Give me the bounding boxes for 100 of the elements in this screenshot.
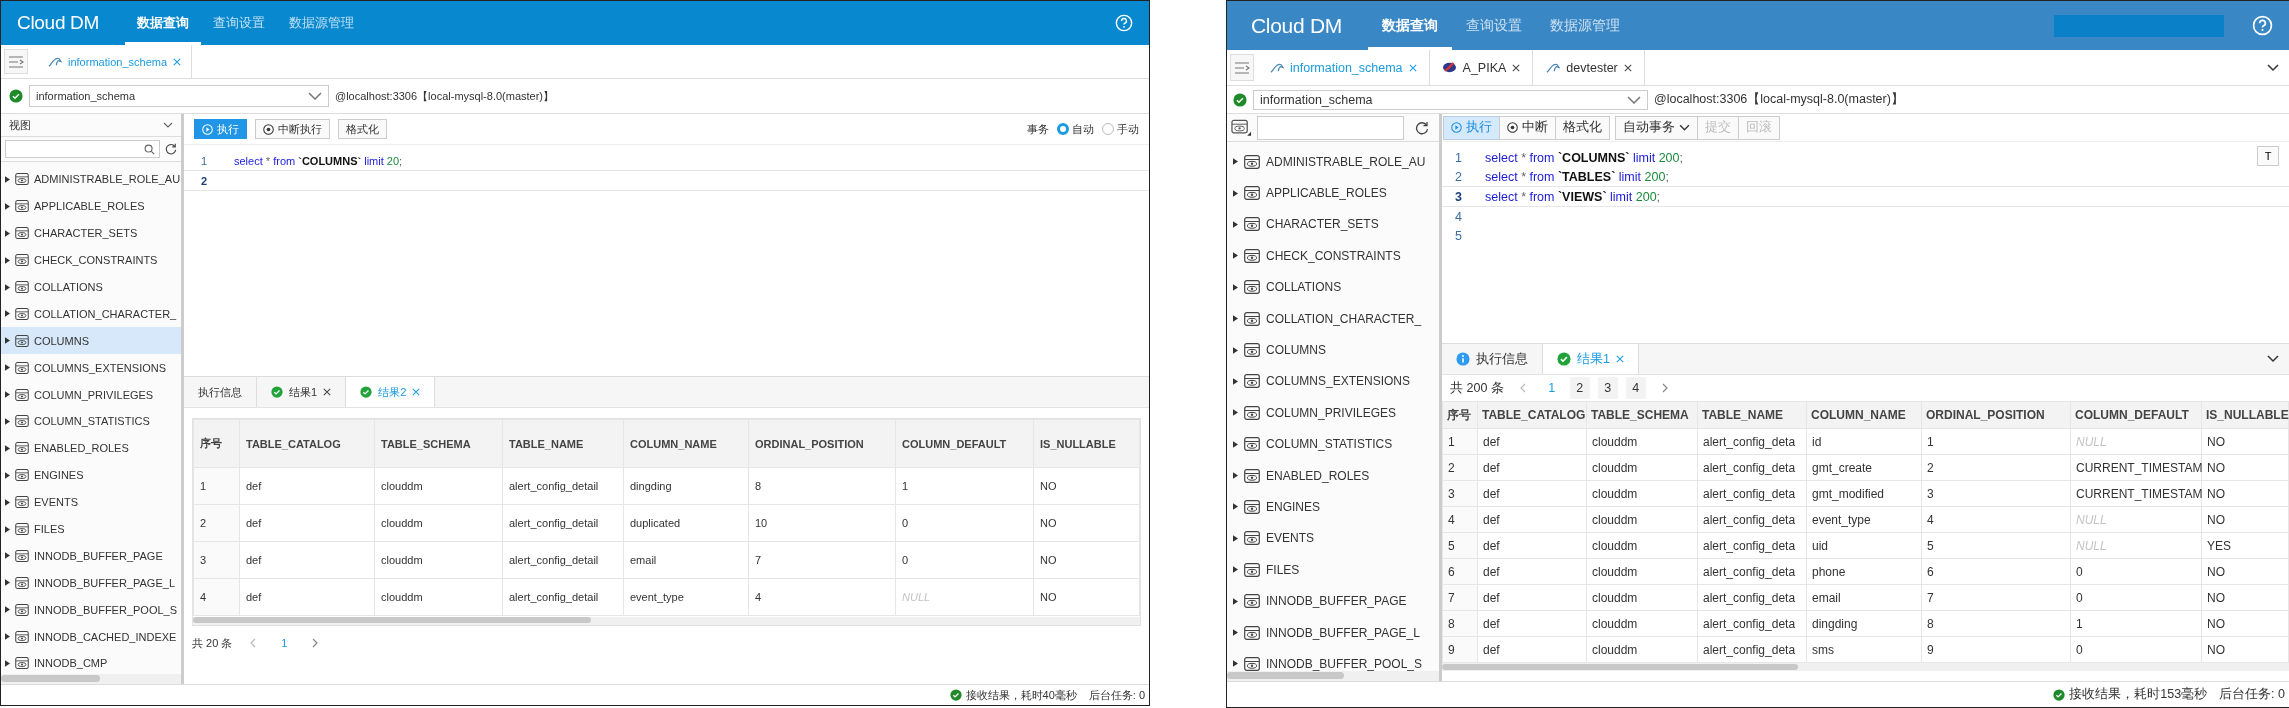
tree-item[interactable]: EVENTS <box>1227 522 1439 555</box>
expand-caret-icon[interactable] <box>1233 220 1238 228</box>
tree-item[interactable]: ENABLED_ROLES <box>1 434 181 462</box>
tree-item[interactable]: COLLATION_CHARACTER_ <box>1 300 181 328</box>
column-header[interactable]: IS_NULLABLE <box>2201 401 2289 429</box>
expand-caret-icon[interactable] <box>5 525 10 533</box>
column-header[interactable]: COLUMN_DEFAULT <box>895 419 1034 468</box>
column-header[interactable]: ORDINAL_POSITION <box>748 419 896 468</box>
scrollbar-thumb[interactable] <box>1442 664 1798 670</box>
tree-item[interactable]: COLUMN_PRIVILEGES <box>1 381 181 408</box>
expand-caret-icon[interactable] <box>5 444 10 452</box>
column-header[interactable]: ORDINAL_POSITION <box>1921 401 2071 429</box>
tree-item[interactable]: INNODB_BUFFER_PAGE <box>1 542 181 570</box>
transaction-radio[interactable]: 手动 <box>1102 121 1139 137</box>
column-header[interactable]: COLUMN_NAME <box>623 419 749 468</box>
toolbar-button[interactable]: 格式化 <box>338 119 387 139</box>
tree-item[interactable]: COLLATIONS <box>1 273 181 301</box>
tree-item[interactable]: INNODB_BUFFER_PAGE_L <box>1227 616 1439 649</box>
expand-caret-icon[interactable] <box>1233 472 1238 480</box>
view-type-icon[interactable] <box>1231 118 1252 137</box>
expand-caret-icon[interactable] <box>1233 189 1238 197</box>
tree-item[interactable]: CHARACTER_SETS <box>1 219 181 247</box>
search-field[interactable] <box>5 140 160 158</box>
tree-item[interactable]: COLUMNS <box>1227 334 1439 366</box>
help-icon[interactable] <box>2252 15 2273 36</box>
expand-caret-icon[interactable] <box>1233 534 1238 542</box>
expand-caret-icon[interactable] <box>5 579 10 587</box>
column-header[interactable]: COLUMN_DEFAULT <box>2070 401 2202 429</box>
refresh-icon[interactable] <box>165 143 177 155</box>
close-icon[interactable] <box>1623 63 1632 72</box>
page-button[interactable]: 2 <box>1569 377 1590 399</box>
page-button[interactable]: 3 <box>1597 377 1618 399</box>
tree-item[interactable]: INNODB_BUFFER_POOL_S <box>1 596 181 624</box>
editor-tab[interactable]: devtester <box>1533 50 1645 85</box>
sidebar-toggle-icon[interactable] <box>1234 61 1250 74</box>
tree-item[interactable]: INNODB_CACHED_INDEXE <box>1 623 181 651</box>
tree-item[interactable]: ADMINISTRABLE_ROLE_AU <box>1 166 181 193</box>
expand-caret-icon[interactable] <box>1233 252 1238 260</box>
database-select[interactable]: information_schema <box>29 85 329 107</box>
view-select[interactable]: 视图 <box>1 114 181 137</box>
tree-item[interactable]: COLUMNS_EXTENSIONS <box>1227 365 1439 398</box>
expand-caret-icon[interactable] <box>5 633 10 641</box>
expand-caret-icon[interactable] <box>5 659 10 667</box>
tree-item[interactable]: FILES <box>1 515 181 543</box>
chevron-down-icon[interactable] <box>308 92 322 100</box>
refresh-icon[interactable] <box>1415 120 1429 135</box>
expand-caret-icon[interactable] <box>5 606 10 614</box>
scrollbar-thumb[interactable] <box>1 675 100 682</box>
result-tab[interactable]: 执行信息 <box>184 377 257 407</box>
expand-caret-icon[interactable] <box>5 256 10 264</box>
column-header[interactable]: 序号 <box>1442 401 1478 429</box>
tree-item[interactable]: APPLICABLE_ROLES <box>1 192 181 220</box>
tree-item[interactable]: INNODB_BUFFER_PAGE_L <box>1 569 181 597</box>
tree-item[interactable]: CHARACTER_SETS <box>1227 208 1439 241</box>
column-header[interactable]: TABLE_SCHEMA <box>374 419 503 468</box>
tree-item[interactable]: COLLATIONS <box>1227 271 1439 303</box>
expand-caret-icon[interactable] <box>5 391 10 399</box>
expand-caret-icon[interactable] <box>1233 440 1238 448</box>
column-header[interactable]: IS_NULLABLE <box>1033 419 1140 468</box>
transaction-radio[interactable]: 自动 <box>1057 121 1094 137</box>
expand-caret-icon[interactable] <box>1233 629 1238 637</box>
chevron-down-icon[interactable] <box>1627 95 1641 104</box>
toolbar-button[interactable]: 中断执行 <box>255 119 330 139</box>
tree-item[interactable]: FILES <box>1227 554 1439 586</box>
next-page-icon[interactable] <box>1661 383 1668 393</box>
tree-item[interactable]: COLUMN_STATISTICS <box>1227 428 1439 460</box>
help-icon[interactable] <box>1115 14 1133 32</box>
expand-caret-icon[interactable] <box>5 229 10 237</box>
expand-caret-icon[interactable] <box>5 498 10 506</box>
search-icon[interactable] <box>144 143 155 155</box>
tree-item[interactable]: ADMINISTRABLE_ROLE_AU <box>1227 146 1439 178</box>
toolbar-button[interactable]: 格式化 <box>1555 115 1610 140</box>
tree-item[interactable]: ENABLED_ROLES <box>1227 459 1439 492</box>
tree-item[interactable]: COLUMNS <box>1 327 181 355</box>
tree-item[interactable]: INNODB_BUFFER_PAGE <box>1227 585 1439 617</box>
tree-item[interactable]: CHECK_CONSTRAINTS <box>1 246 181 274</box>
tree-item[interactable]: INNODB_CMP <box>1 650 181 674</box>
expand-caret-icon[interactable] <box>5 471 10 479</box>
tree-item[interactable]: COLLATION_CHARACTER_ <box>1227 302 1439 335</box>
expand-caret-icon[interactable] <box>5 283 10 291</box>
tree-item[interactable]: INNODB_BUFFER_POOL_S <box>1227 648 1439 671</box>
expand-caret-icon[interactable] <box>1233 283 1238 291</box>
expand-caret-icon[interactable] <box>5 310 10 318</box>
chevron-down-icon[interactable] <box>163 122 173 128</box>
expand-caret-icon[interactable] <box>1233 377 1238 385</box>
column-header[interactable]: COLUMN_NAME <box>1806 401 1922 429</box>
expand-caret-icon[interactable] <box>1233 660 1238 668</box>
tree-item[interactable]: CHECK_CONSTRAINTS <box>1227 240 1439 272</box>
expand-caret-icon[interactable] <box>5 337 10 345</box>
column-header[interactable]: TABLE_CATALOG <box>1477 401 1587 429</box>
sidebar-toggle-icon[interactable] <box>8 55 24 68</box>
toolbar-button[interactable]: 中断 <box>1499 115 1556 140</box>
editor-tab[interactable]: A_PIKA <box>1429 50 1534 85</box>
header-field[interactable] <box>2054 14 2224 37</box>
search-field[interactable] <box>1257 115 1404 140</box>
expand-caret-icon[interactable] <box>5 552 10 560</box>
next-page-icon[interactable] <box>312 638 319 648</box>
expand-caret-icon[interactable] <box>1233 503 1238 511</box>
tree-item[interactable]: ENGINES <box>1227 491 1439 523</box>
sidebar-toggle-button[interactable] <box>4 49 28 74</box>
